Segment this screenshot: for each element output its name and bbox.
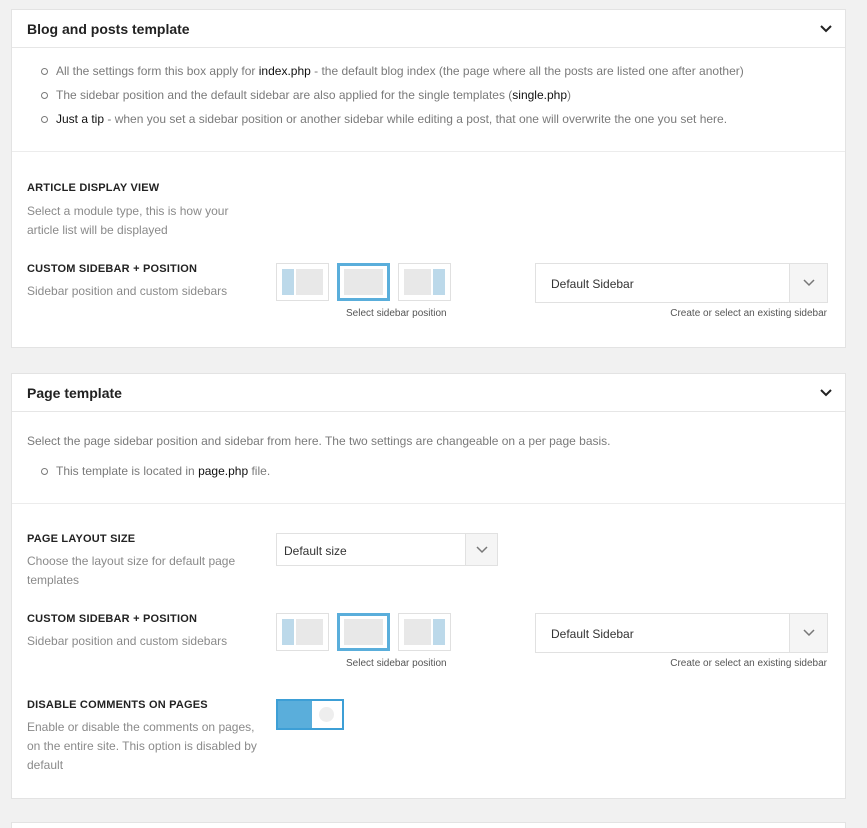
sidebar-left-button[interactable] bbox=[276, 263, 329, 301]
panel-title: Page template bbox=[27, 385, 122, 401]
info-list: This template is located in page.php fil… bbox=[27, 463, 270, 487]
sidebar-left-button[interactable] bbox=[276, 613, 329, 651]
blog-posts-template-panel: Blog and posts template All the settings… bbox=[11, 9, 846, 348]
sidebar-select[interactable]: Default Sidebar bbox=[535, 263, 828, 303]
no-sidebar-button[interactable] bbox=[337, 613, 390, 651]
no-sidebar-button[interactable] bbox=[337, 263, 390, 301]
page-layout-size-title: PAGE LAYOUT SIZE bbox=[27, 533, 136, 545]
list-item: Just a tip - when you set a sidebar posi… bbox=[27, 111, 744, 135]
sidebar-select-value: Default Sidebar bbox=[551, 277, 634, 291]
custom-sidebar-title: CUSTOM SIDEBAR + POSITION bbox=[27, 263, 198, 275]
sidebar-select-value: Default Sidebar bbox=[551, 627, 634, 641]
sidebar-right-button[interactable] bbox=[398, 613, 451, 651]
chevron-down-icon[interactable] bbox=[817, 384, 835, 402]
disable-comments-title: DISABLE COMMENTS ON PAGES bbox=[27, 699, 208, 711]
custom-sidebar-desc: Sidebar position and custom sidebars bbox=[27, 634, 228, 648]
divider bbox=[12, 151, 845, 152]
sidebar-select-caption: Create or select an existing sidebar bbox=[670, 308, 827, 319]
chevron-down-icon bbox=[476, 546, 488, 554]
layout-size-select[interactable]: Default size bbox=[276, 533, 498, 566]
sidebar-position-caption: Select sidebar position bbox=[346, 308, 447, 319]
next-panel bbox=[11, 822, 846, 828]
disable-comments-toggle[interactable] bbox=[276, 699, 344, 730]
page-template-panel: Page template Select the page sidebar po… bbox=[11, 373, 846, 799]
panel-title: Blog and posts template bbox=[27, 21, 190, 37]
chevron-down-icon[interactable] bbox=[817, 20, 835, 38]
panel-header[interactable]: Blog and posts template bbox=[12, 10, 845, 48]
page-layout-size-desc: Choose the layout size for default page … bbox=[27, 554, 236, 587]
custom-sidebar-title: CUSTOM SIDEBAR + POSITION bbox=[27, 613, 198, 625]
divider bbox=[12, 503, 845, 504]
list-item: All the settings form this box apply for… bbox=[27, 63, 744, 87]
disable-comments-desc: Enable or disable the comments on pages,… bbox=[27, 720, 257, 772]
sidebar-right-button[interactable] bbox=[398, 263, 451, 301]
sidebar-select[interactable]: Default Sidebar bbox=[535, 613, 828, 653]
toggle-knob bbox=[312, 701, 342, 728]
list-item: The sidebar position and the default sid… bbox=[27, 87, 744, 111]
custom-sidebar-desc: Sidebar position and custom sidebars bbox=[27, 284, 228, 298]
chevron-down-icon bbox=[803, 279, 815, 287]
chevron-down-icon bbox=[803, 629, 815, 637]
article-display-view-title: ARTICLE DISPLAY VIEW bbox=[27, 182, 160, 194]
info-list: All the settings form this box apply for… bbox=[27, 63, 744, 135]
page-template-intro: Select the page sidebar position and sid… bbox=[27, 434, 611, 448]
article-display-view-desc: Select a module type, this is how your a… bbox=[27, 204, 229, 237]
sidebar-select-caption: Create or select an existing sidebar bbox=[670, 658, 827, 669]
layout-size-select-value: Default size bbox=[284, 544, 347, 558]
sidebar-position-caption: Select sidebar position bbox=[346, 658, 447, 669]
panel-header[interactable]: Page template bbox=[12, 374, 845, 412]
list-item: This template is located in page.php fil… bbox=[27, 463, 270, 487]
toggle-fill bbox=[278, 701, 312, 728]
